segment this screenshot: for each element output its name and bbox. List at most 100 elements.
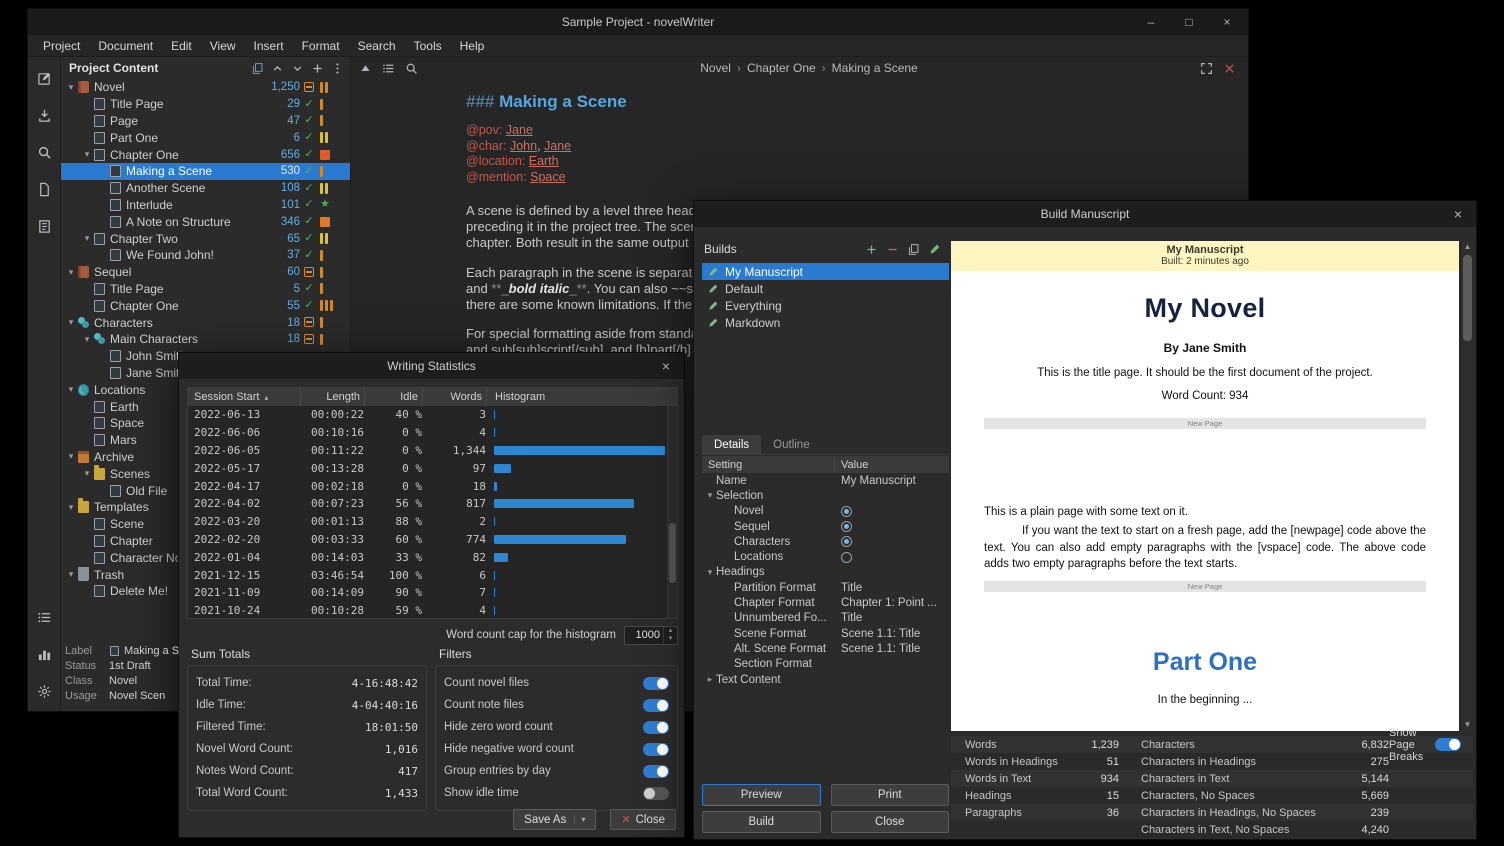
setting-row[interactable]: Chapter FormatChapter 1: Point ... bbox=[702, 595, 949, 610]
document-icon[interactable] bbox=[37, 182, 52, 197]
session-row[interactable]: 2022-06-0600:10:160 %4 bbox=[188, 424, 677, 442]
session-row[interactable]: 2021-11-0900:14:0990 %7 bbox=[188, 584, 677, 602]
scroll-up-icon[interactable]: ▲ bbox=[1461, 241, 1474, 253]
session-row[interactable]: 2022-06-1300:00:2240 %3 bbox=[188, 406, 677, 424]
expand-arrow-icon[interactable]: ▾ bbox=[65, 451, 77, 462]
menu-view[interactable]: View bbox=[201, 35, 245, 57]
filter-toggle[interactable] bbox=[643, 699, 669, 712]
plus-icon[interactable] bbox=[311, 62, 324, 75]
column-words[interactable]: Words bbox=[422, 388, 486, 406]
menu-help[interactable]: Help bbox=[451, 35, 494, 57]
histogram-cap-input[interactable]: 1000 ▴▾ bbox=[624, 626, 678, 645]
import-icon[interactable] bbox=[37, 108, 52, 123]
scrollbar-thumb[interactable] bbox=[669, 523, 676, 583]
setting-row[interactable]: Scene FormatScene 1.1: Title bbox=[702, 626, 949, 641]
duplicate-build-icon[interactable] bbox=[907, 243, 920, 256]
tree-item[interactable]: ▾Novel1,250 bbox=[61, 79, 350, 96]
filter-toggle[interactable] bbox=[643, 787, 669, 800]
tree-item[interactable]: Interlude101✓★ bbox=[61, 197, 350, 214]
close-icon[interactable]: × bbox=[1220, 15, 1234, 29]
expand-arrow-icon[interactable]: ▾ bbox=[81, 149, 93, 160]
chevron-up-icon[interactable] bbox=[271, 62, 284, 75]
tree-item[interactable]: ▾Chapter Two65✓ bbox=[61, 230, 350, 247]
spin-down-icon[interactable]: ▾ bbox=[669, 635, 673, 643]
scroll-down-icon[interactable]: ▼ bbox=[1461, 719, 1474, 731]
meta-value[interactable]: Jane bbox=[544, 139, 571, 153]
dropdown-caret-icon[interactable]: ▾ bbox=[574, 815, 585, 824]
spinner-buttons[interactable]: ▴▾ bbox=[663, 627, 677, 642]
filter-toggle[interactable] bbox=[643, 721, 669, 734]
menu-document[interactable]: Document bbox=[89, 35, 162, 57]
compose-icon[interactable] bbox=[37, 71, 52, 86]
kebab-menu-icon[interactable] bbox=[331, 62, 344, 75]
minimize-icon[interactable]: – bbox=[1144, 15, 1158, 29]
tree-item[interactable]: Title Page29✓ bbox=[61, 96, 350, 113]
tree-item[interactable]: ▾Main Characters18 bbox=[61, 331, 350, 348]
maximize-icon[interactable]: □ bbox=[1182, 15, 1196, 29]
tree-item[interactable]: We Found John!37✓ bbox=[61, 247, 350, 264]
column-histogram[interactable]: Histogram bbox=[486, 388, 677, 406]
setting-row[interactable]: Characters bbox=[702, 534, 949, 549]
filter-toggle[interactable] bbox=[643, 677, 669, 690]
setting-row[interactable]: ▾Headings bbox=[702, 565, 949, 580]
session-row[interactable]: 2022-04-1700:02:180 %18 bbox=[188, 477, 677, 495]
collapse-arrow-icon[interactable]: ▾ bbox=[704, 490, 716, 501]
setting-row[interactable]: Locations bbox=[702, 549, 949, 564]
close-button[interactable]: Close bbox=[831, 811, 950, 833]
expand-arrow-icon[interactable]: ▾ bbox=[65, 317, 77, 328]
expand-arrow-icon[interactable]: ▾ bbox=[81, 334, 93, 345]
scroll-top-icon[interactable] bbox=[359, 62, 372, 75]
setting-row[interactable]: Partition FormatTitle bbox=[702, 580, 949, 595]
session-row[interactable]: 2022-01-0400:14:0333 %82 bbox=[188, 548, 677, 566]
expand-arrow-icon[interactable]: ▾ bbox=[65, 384, 77, 395]
setting-row[interactable]: Sequel bbox=[702, 519, 949, 534]
settings-icon[interactable] bbox=[37, 684, 52, 699]
tree-item[interactable]: ▾Chapter One656✓ bbox=[61, 146, 350, 163]
notes-icon[interactable] bbox=[37, 219, 52, 234]
expand-arrow-icon[interactable]: ▾ bbox=[65, 502, 77, 513]
radio-selected-icon[interactable] bbox=[841, 536, 852, 547]
preview-scrollbar[interactable]: ▲ ▼ bbox=[1460, 241, 1473, 731]
breadcrumb-item[interactable]: Making a Scene bbox=[830, 61, 920, 75]
setting-row[interactable]: ▾Selection bbox=[702, 488, 949, 503]
expand-icon[interactable] bbox=[1200, 62, 1213, 75]
viewer-close-icon[interactable] bbox=[1223, 62, 1236, 75]
edit-build-icon[interactable] bbox=[928, 243, 941, 256]
breadcrumb-item[interactable]: Novel bbox=[698, 61, 733, 75]
tree-item[interactable]: Part One6✓ bbox=[61, 129, 350, 146]
build-item[interactable]: Default bbox=[702, 280, 949, 297]
tab-details[interactable]: Details bbox=[702, 435, 761, 454]
meta-value[interactable]: Space bbox=[530, 170, 565, 184]
page-breaks-toggle[interactable] bbox=[1435, 738, 1461, 751]
tree-item[interactable]: ▾Sequel60 bbox=[61, 264, 350, 281]
table-scrollbar[interactable] bbox=[667, 406, 677, 618]
build-item[interactable]: Markdown bbox=[702, 314, 949, 331]
outline-icon[interactable] bbox=[37, 610, 52, 625]
tree-item[interactable]: Making a Scene530✓ bbox=[61, 163, 350, 180]
menu-edit[interactable]: Edit bbox=[162, 35, 201, 57]
build-button[interactable]: Build bbox=[702, 811, 821, 833]
setting-row[interactable]: Unnumbered Fo...Title bbox=[702, 611, 949, 626]
save-as-button[interactable]: Save As▾ bbox=[513, 809, 596, 830]
session-row[interactable]: 2022-04-0200:07:2356 %817 bbox=[188, 495, 677, 513]
close-icon[interactable]: × bbox=[1450, 201, 1466, 227]
remove-build-icon[interactable] bbox=[886, 243, 899, 256]
close-button[interactable]: ✕Close bbox=[610, 809, 676, 830]
build-item[interactable]: Everything bbox=[702, 297, 949, 314]
meta-value[interactable]: Jane bbox=[506, 123, 533, 137]
print-button[interactable]: Print bbox=[831, 784, 950, 806]
session-row[interactable]: 2022-02-2000:03:3360 %774 bbox=[188, 531, 677, 549]
column-length[interactable]: Length bbox=[300, 388, 364, 406]
tab-outline[interactable]: Outline bbox=[761, 435, 821, 454]
expand-arrow-icon[interactable]: ▾ bbox=[81, 233, 93, 244]
menu-tools[interactable]: Tools bbox=[405, 35, 451, 57]
chevron-down-icon[interactable] bbox=[291, 62, 304, 75]
viewer-search-icon[interactable] bbox=[405, 62, 418, 75]
session-row[interactable]: 2021-10-2400:10:2859 %4 bbox=[188, 602, 677, 618]
setting-row[interactable]: ▸Text Content bbox=[702, 672, 949, 687]
menu-format[interactable]: Format bbox=[293, 35, 349, 57]
menu-insert[interactable]: Insert bbox=[245, 35, 293, 57]
close-icon[interactable]: × bbox=[658, 353, 674, 379]
column-session-start[interactable]: Session Start▴ bbox=[188, 388, 300, 406]
setting-row[interactable]: Alt. Scene FormatScene 1.1: Title bbox=[702, 641, 949, 656]
